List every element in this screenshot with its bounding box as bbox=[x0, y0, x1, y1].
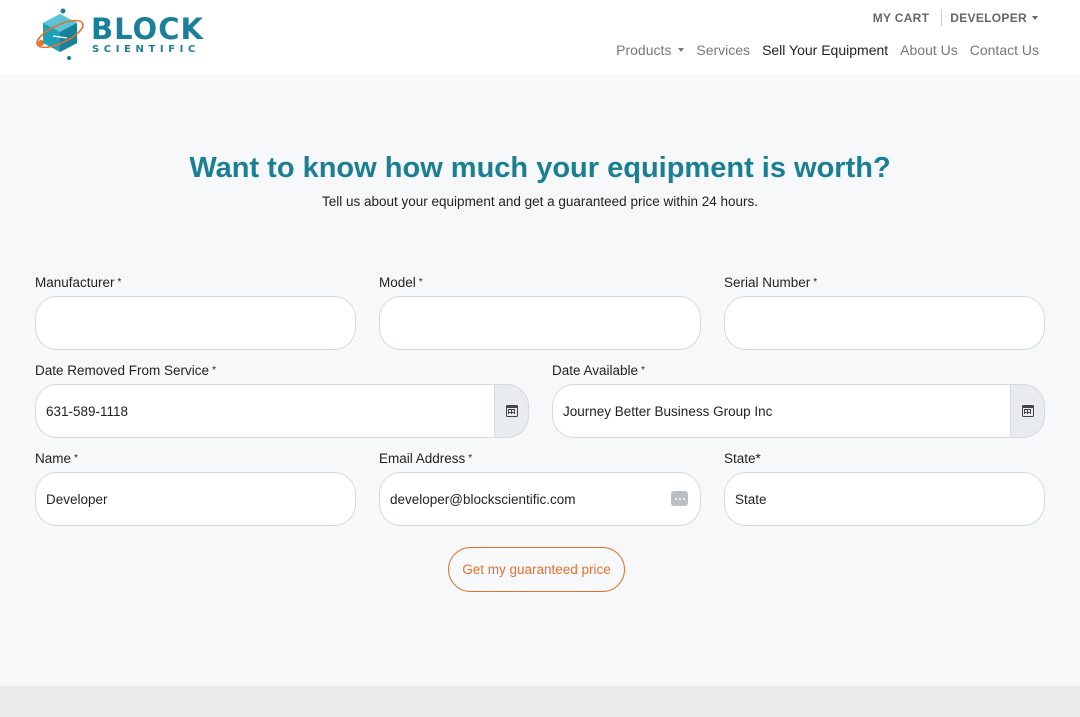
manufacturer-input[interactable] bbox=[35, 296, 356, 350]
nav-item-label: Contact Us bbox=[969, 42, 1039, 58]
top-utility-bar: MY CART DEVELOPER bbox=[873, 9, 1038, 26]
date-available-label: Date Available * bbox=[552, 363, 645, 378]
date-removed-input[interactable] bbox=[35, 384, 495, 438]
name-field-group: Name * bbox=[35, 450, 356, 526]
required-mark: * bbox=[212, 365, 216, 376]
footer-band bbox=[0, 686, 1080, 717]
email-input[interactable] bbox=[379, 472, 701, 526]
logo[interactable]: BLOCK SCIENTIFIC bbox=[33, 8, 204, 62]
calendar-icon bbox=[1021, 405, 1034, 417]
date-removed-field-group: Date Removed From Service * bbox=[35, 362, 529, 438]
required-mark: * bbox=[468, 453, 473, 464]
autofill-icon[interactable] bbox=[671, 491, 688, 506]
user-menu[interactable]: DEVELOPER bbox=[950, 11, 1038, 25]
required-mark: * bbox=[74, 453, 78, 464]
model-field-group: Model * bbox=[379, 274, 701, 350]
manufacturer-label: Manufacturer * bbox=[35, 275, 122, 290]
required-mark: * bbox=[813, 277, 818, 288]
nav-item-about-us[interactable]: About Us bbox=[900, 42, 958, 58]
name-input[interactable] bbox=[35, 472, 356, 526]
nav-item-sell-your-equipment[interactable]: Sell Your Equipment bbox=[762, 42, 888, 58]
divider bbox=[941, 9, 943, 26]
date-available-field-group: Date Available * bbox=[552, 362, 1045, 438]
model-label: Model * bbox=[379, 275, 423, 290]
page-subtitle: Tell us about your equipment and get a g… bbox=[321, 194, 759, 209]
date-removed-input-group bbox=[35, 384, 529, 438]
model-input[interactable] bbox=[379, 296, 701, 350]
required-mark: * bbox=[117, 277, 122, 288]
date-available-calendar-button[interactable] bbox=[1011, 384, 1045, 438]
logo-cube-icon bbox=[33, 8, 87, 62]
user-menu-label: DEVELOPER bbox=[950, 10, 1027, 25]
my-cart-link[interactable]: MY CART bbox=[873, 11, 930, 25]
main-nav: Products Services Sell Your Equipment Ab… bbox=[604, 42, 1039, 58]
name-label: Name * bbox=[35, 451, 78, 466]
nav-item-label: Sell Your Equipment bbox=[762, 42, 889, 58]
nav-item-products[interactable]: Products bbox=[616, 42, 685, 58]
caret-down-icon bbox=[1032, 16, 1038, 21]
nav-item-contact-us[interactable]: Contact Us bbox=[970, 42, 1039, 58]
date-available-input-group bbox=[552, 384, 1045, 438]
logo-name: BLOCK bbox=[91, 12, 204, 46]
email-field-group: Email Address * bbox=[379, 450, 701, 526]
logo-tagline: SCIENTIFIC bbox=[92, 44, 200, 55]
calendar-icon bbox=[505, 405, 518, 417]
serial-number-input[interactable] bbox=[724, 296, 1045, 350]
manufacturer-field-group: Manufacturer * bbox=[35, 274, 356, 350]
get-guaranteed-price-button[interactable]: Get my guaranteed price bbox=[448, 547, 625, 592]
required-mark: * bbox=[641, 365, 645, 376]
email-label: Email Address * bbox=[379, 451, 473, 466]
nav-item-label: About Us bbox=[900, 42, 958, 58]
serial-number-field-group: Serial Number * bbox=[724, 274, 1045, 350]
nav-item-label: Products bbox=[616, 42, 672, 58]
date-removed-label: Date Removed From Service * bbox=[35, 363, 216, 378]
nav-item-services[interactable]: Services bbox=[696, 42, 750, 58]
date-available-input[interactable] bbox=[552, 384, 1011, 438]
required-mark: * bbox=[418, 277, 423, 288]
nav-item-label: Services bbox=[696, 42, 751, 58]
state-label: State* bbox=[724, 451, 761, 466]
serial-number-label: Serial Number * bbox=[724, 275, 818, 290]
caret-down-icon bbox=[678, 48, 685, 52]
date-removed-calendar-button[interactable] bbox=[495, 384, 529, 438]
site-header: BLOCK SCIENTIFIC MY CART DEVELOPER Produ… bbox=[0, 0, 1080, 74]
state-field-group: State* bbox=[724, 450, 1045, 526]
state-input[interactable] bbox=[724, 472, 1045, 526]
page-title: Want to know how much your equipment is … bbox=[189, 152, 891, 184]
